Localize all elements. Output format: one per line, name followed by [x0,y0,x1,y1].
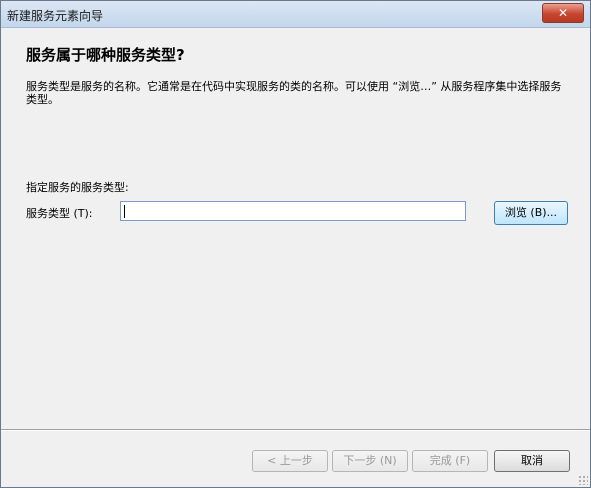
finish-button[interactable]: 完成 (F) [412,450,488,472]
next-button[interactable]: 下一步 (N) [332,450,408,472]
resize-grip-icon[interactable] [578,475,588,485]
title-bar[interactable]: 新建服务元素向导 ✕ [1,1,590,28]
page-heading: 服务属于哪种服务类型? [26,46,185,64]
window-title: 新建服务元素向导 [7,9,104,23]
wizard-header: 服务属于哪种服务类型? 服务类型是服务的名称。它通常是在代码中实现服务的类的名称… [1,28,590,138]
cancel-button[interactable]: 取消 [494,450,570,472]
wizard-window: 新建服务元素向导 ✕ 服务属于哪种服务类型? 服务类型是服务的名称。它通常是在代… [0,0,591,488]
service-type-label: 服务类型 (T): [26,207,93,220]
close-button[interactable]: ✕ [542,3,584,23]
service-type-prompt: 指定服务的服务类型: [26,181,129,194]
browse-button[interactable]: 浏览 (B)... [494,201,568,225]
footer-divider [1,429,590,431]
page-description: 服务类型是服务的名称。它通常是在代码中实现服务的类的名称。可以使用 “浏览…” … [26,80,562,106]
text-caret [124,205,125,218]
close-icon: ✕ [557,6,569,20]
back-button[interactable]: < 上一步 [252,450,328,472]
service-type-input[interactable] [120,201,466,221]
